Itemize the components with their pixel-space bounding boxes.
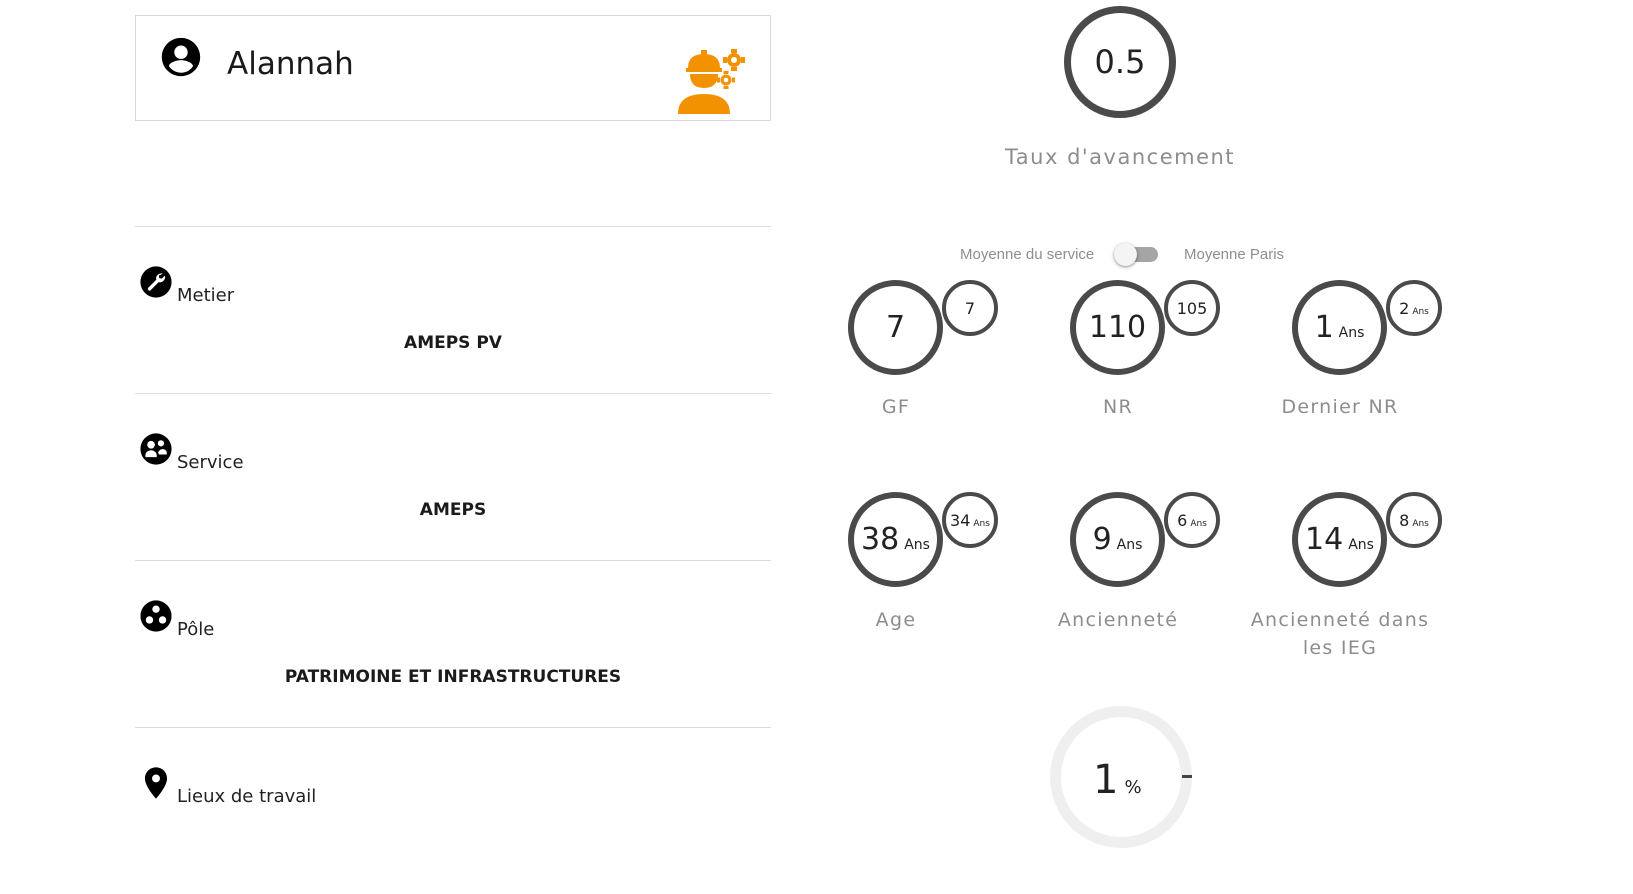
stat-value: 110 [1088,310,1147,345]
pole-label: Pôle [177,619,215,640]
average-unit: Ans [973,519,990,529]
stat-unit: Ans [1348,536,1374,553]
progress-gauge: 0.5 [1064,6,1176,118]
stat-anciennete-ieg-average: 8 Ans [1386,492,1442,548]
stat-nr-label: NR [1102,396,1133,418]
service-value: AMEPS [419,500,487,520]
stat-anciennete-label: Ancienneté [1057,609,1179,631]
average-unit: Ans [1190,519,1207,529]
stat-nr-average: 105 [1164,280,1220,336]
info-row-lieux: Lieux de travail [135,727,771,894]
average-unit: Ans [1412,519,1429,529]
toggle-label-service: Moyenne du service [960,246,1095,263]
pole-value: PATRIMOINE ET INFRASTRUCTURES [284,667,622,687]
toggle-knob[interactable] [1114,243,1137,266]
stat-gf-label: GF [881,396,911,418]
account-circle-icon [161,37,201,77]
stat-value: 1 [1314,310,1334,345]
stat-unit: Ans [1116,536,1143,553]
stat-gf-gauge: 7 [848,280,943,375]
percentage-gauge-value: 1% [1093,757,1142,803]
info-row-metier: Metier AMEPS PV [135,226,771,393]
stat-nr-gauge: 110 [1070,280,1165,375]
progress-label: Taux d'avancement [1004,145,1236,169]
average-value: 2 [1399,298,1410,318]
average-value: 8 [1399,510,1410,530]
percentage-number: 1 [1093,757,1119,803]
pole-icon [140,600,172,632]
info-row-service: Service AMEPS [135,393,771,560]
progress-value: 0.5 [1094,43,1146,81]
stat-value: 14 [1305,522,1344,557]
profile-card: Alannah [135,15,771,121]
stat-anciennete-average: 6 Ans [1164,492,1220,548]
average-value: 6 [1177,510,1188,530]
lieux-label: Lieux de travail [177,786,317,807]
stat-anciennete-gauge: 9 Ans [1070,492,1165,587]
metier-value: AMEPS PV [404,333,502,353]
stat-dernier-nr-label: Dernier NR [1281,396,1399,418]
metier-label: Metier [177,285,235,306]
stat-value: 9 [1092,522,1112,557]
stat-age-gauge: 38 Ans [848,492,943,587]
average-value: 34 [950,510,971,530]
service-icon [140,433,172,465]
stat-value: 7 [885,310,906,345]
stat-anciennete-ieg-gauge: 14 Ans [1292,492,1387,587]
service-label: Service [177,452,244,473]
stat-anciennete-ieg-label: Ancienneté dans les IEG [1250,609,1430,659]
wrench-icon [140,266,172,298]
average-value: 7 [964,298,976,318]
stat-age-label: Age [875,609,917,631]
gauge-tick-mark [1182,775,1192,778]
stat-gf-average: 7 [942,280,998,336]
stat-age-average: 34 Ans [942,492,998,548]
stat-unit: Ans [904,536,930,553]
average-unit: Ans [1412,307,1429,317]
worker-gears-icon [678,49,745,114]
stat-unit: Ans [1338,324,1365,341]
average-value: 105 [1176,298,1208,318]
stat-dernier-nr-average: 2 Ans [1386,280,1442,336]
toggle-label-paris: Moyenne Paris [1184,246,1285,263]
user-name: Alannah [227,46,354,82]
info-row-pole: Pôle PATRIMOINE ET INFRASTRUCTURES [135,560,771,727]
stat-dernier-nr-gauge: 1 Ans [1292,280,1387,375]
average-toggle-switch[interactable] [1114,242,1160,266]
stat-value: 38 [861,522,900,557]
